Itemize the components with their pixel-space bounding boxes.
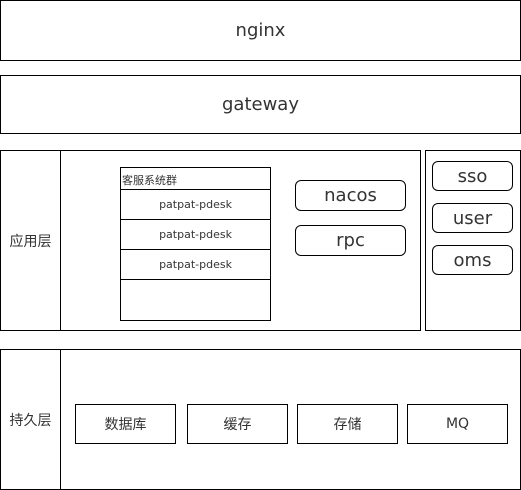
nginx-label: nginx [235, 20, 286, 41]
gateway-label: gateway [222, 94, 299, 115]
mq-label: MQ [445, 416, 470, 432]
storage-box: 存储 [297, 404, 398, 444]
sso-box: sso [432, 161, 513, 191]
cluster-instance-2: patpat-pdesk [120, 219, 271, 250]
database-label: 数据库 [104, 417, 147, 433]
cluster-instance-1: patpat-pdesk [120, 189, 271, 220]
rpc-label: rpc [336, 230, 365, 251]
cache-label: 缓存 [223, 417, 252, 433]
app-layer-label-cell: 应用层 [0, 150, 61, 331]
sso-label: sso [457, 165, 488, 187]
gateway-box: gateway [0, 75, 521, 134]
cluster-title-cell: 客服系统群 [120, 167, 271, 190]
database-box: 数据库 [75, 404, 176, 444]
mq-box: MQ [407, 404, 508, 444]
cluster-title: 客服系统群 [122, 174, 177, 187]
user-box: user [432, 203, 513, 233]
cluster-instance-3: patpat-pdesk [120, 249, 271, 280]
cache-box: 缓存 [187, 404, 288, 444]
oms-box: oms [432, 245, 513, 275]
oms-label: oms [453, 249, 492, 271]
nacos-box: nacos [295, 180, 406, 211]
persist-layer-label: 持久层 [9, 412, 52, 429]
nacos-label: nacos [324, 185, 377, 206]
instance-label: patpat-pdesk [159, 258, 232, 271]
persist-layer-label-cell: 持久层 [0, 349, 61, 490]
nginx-box: nginx [0, 0, 521, 61]
instance-label: patpat-pdesk [159, 198, 232, 211]
instance-label: patpat-pdesk [159, 228, 232, 241]
storage-label: 存储 [333, 417, 362, 433]
user-label: user [452, 207, 493, 229]
app-layer-label: 应用层 [9, 233, 52, 250]
rpc-box: rpc [295, 225, 406, 256]
